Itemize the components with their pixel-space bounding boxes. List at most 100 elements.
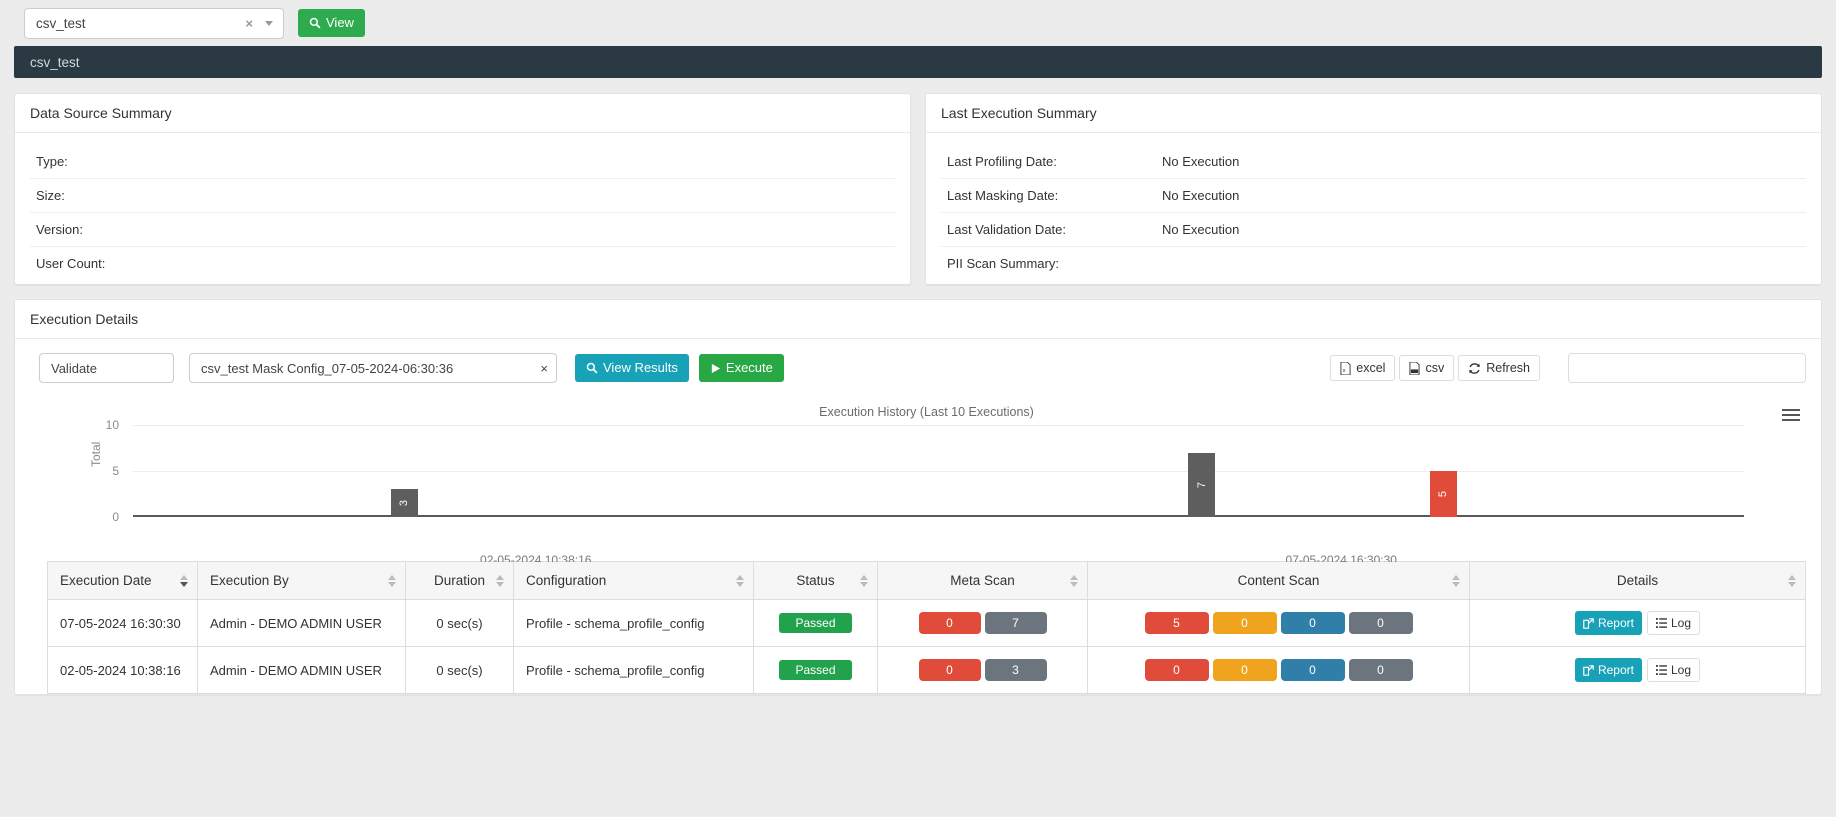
datasource-select[interactable]: csv_test × xyxy=(24,7,284,39)
row-value xyxy=(280,145,895,179)
row-value xyxy=(280,178,895,213)
content-scan-pill-gray[interactable]: 0 xyxy=(1348,612,1413,634)
top-toolbar: csv_test × View xyxy=(0,0,1836,46)
last-execution-summary-heading: Last Execution Summary xyxy=(926,94,1821,133)
sort-icon[interactable] xyxy=(1788,574,1796,587)
row-label: Last Masking Date: xyxy=(941,178,1156,213)
content-scan-pill-blue[interactable]: 0 xyxy=(1280,659,1345,681)
row-label: Size: xyxy=(30,178,280,213)
y-tick-10: 10 xyxy=(105,418,119,432)
sort-icon[interactable] xyxy=(1452,574,1460,587)
gridline xyxy=(133,425,1744,426)
row-label: Type: xyxy=(30,145,280,179)
config-select-value: csv_test Mask Config_07-05-2024-06:30:36 xyxy=(201,360,454,376)
view-button[interactable]: View xyxy=(298,9,365,37)
cell-duration: 0 sec(s) xyxy=(405,646,514,694)
column-header-content-scan[interactable]: Content Scan xyxy=(1087,561,1470,600)
view-results-button[interactable]: View Results xyxy=(575,354,689,382)
content-scan-pill-red[interactable]: 5 xyxy=(1144,612,1209,634)
sort-icon[interactable] xyxy=(736,574,744,587)
column-header-execution-date[interactable]: Execution Date xyxy=(47,561,198,600)
sort-icon[interactable] xyxy=(496,574,504,587)
execute-button[interactable]: Execute xyxy=(698,354,784,382)
cell-configuration: Profile - schema_profile_config xyxy=(513,599,754,647)
content-scan-pill-orange[interactable]: 0 xyxy=(1212,659,1277,681)
action-select[interactable]: Validate xyxy=(39,353,174,383)
y-tick-5: 5 xyxy=(112,464,119,478)
column-header-details[interactable]: Details xyxy=(1469,561,1806,600)
cell-meta-scan: 0 7 xyxy=(877,599,1088,647)
column-header-configuration[interactable]: Configuration xyxy=(513,561,754,600)
chart-bar[interactable]: 7 xyxy=(1188,452,1216,517)
export-excel-button[interactable]: x excel xyxy=(1330,355,1396,381)
export-csv-button[interactable]: csv xyxy=(1399,355,1455,381)
column-header-status[interactable]: Status xyxy=(753,561,878,600)
list-icon xyxy=(1656,618,1667,628)
content-scan-pill-blue[interactable]: 0 xyxy=(1280,612,1345,634)
cell-status: Passed xyxy=(753,646,878,694)
chart-bar-value: 3 xyxy=(398,500,411,507)
chart-bar[interactable]: 3 xyxy=(390,489,418,517)
column-header-duration[interactable]: Duration xyxy=(405,561,514,600)
table-row[interactable]: 02-05-2024 10:38:16 Admin - DEMO ADMIN U… xyxy=(47,646,1806,694)
cell-duration: 0 sec(s) xyxy=(405,599,514,647)
report-button[interactable]: Report xyxy=(1574,658,1642,682)
report-button[interactable]: Report xyxy=(1574,611,1642,635)
data-source-summary-heading: Data Source Summary xyxy=(15,94,910,133)
chart-menu-icon[interactable] xyxy=(1782,409,1800,424)
last-execution-summary-table: Last Profiling Date: No Execution Last M… xyxy=(941,145,1806,280)
cell-execution-by: Admin - DEMO ADMIN USER xyxy=(197,646,406,694)
sort-icon[interactable] xyxy=(388,574,396,587)
cell-details: Report Log xyxy=(1469,646,1806,694)
column-header-meta-scan[interactable]: Meta Scan xyxy=(877,561,1088,600)
row-value xyxy=(280,212,895,247)
refresh-label: Refresh xyxy=(1486,361,1530,375)
last-execution-summary-panel: Last Execution Summary Last Profiling Da… xyxy=(925,93,1822,285)
external-link-icon xyxy=(1583,664,1594,676)
log-button[interactable]: Log xyxy=(1647,611,1701,635)
meta-scan-pills: 0 7 xyxy=(890,612,1075,634)
status-badge: Passed xyxy=(779,660,852,680)
cell-configuration: Profile - schema_profile_config xyxy=(513,646,754,694)
cell-execution-date: 02-05-2024 10:38:16 xyxy=(47,646,198,694)
view-results-button-label: View Results xyxy=(603,360,678,376)
content-scan-pill-gray[interactable]: 0 xyxy=(1348,659,1413,681)
chevron-down-icon[interactable] xyxy=(265,20,273,26)
meta-scan-pill-total[interactable]: 3 xyxy=(984,659,1047,681)
meta-scan-pill-total[interactable]: 7 xyxy=(984,612,1047,634)
cell-execution-by: Admin - DEMO ADMIN USER xyxy=(197,599,406,647)
config-select[interactable]: csv_test Mask Config_07-05-2024-06:30:36… xyxy=(189,353,557,383)
action-select-value: Validate xyxy=(51,360,98,376)
meta-scan-pill-failed[interactable]: 0 xyxy=(918,659,981,681)
log-button-label: Log xyxy=(1671,663,1692,677)
cell-content-scan: 0 0 0 0 xyxy=(1087,646,1470,694)
export-excel-label: excel xyxy=(1356,361,1386,375)
table-search-input[interactable] xyxy=(1568,353,1806,383)
meta-scan-pill-failed[interactable]: 0 xyxy=(918,612,981,634)
content-scan-pill-orange[interactable]: 0 xyxy=(1212,612,1277,634)
export-button-group: x excel csv Refresh xyxy=(1326,355,1540,381)
sort-icon[interactable] xyxy=(1070,574,1078,587)
table-row: Type: xyxy=(30,145,895,179)
clear-icon[interactable]: × xyxy=(237,16,261,31)
content-scan-pill-red[interactable]: 0 xyxy=(1144,659,1209,681)
clear-icon[interactable]: × xyxy=(540,361,548,376)
list-icon xyxy=(1656,665,1667,675)
cell-meta-scan: 0 3 xyxy=(877,646,1088,694)
chart-bar[interactable]: 5 xyxy=(1429,471,1457,517)
excel-file-icon: x xyxy=(1340,361,1351,375)
column-label: Duration xyxy=(433,573,486,588)
table-row[interactable]: 07-05-2024 16:30:30 Admin - DEMO ADMIN U… xyxy=(47,599,1806,647)
search-icon xyxy=(586,362,598,374)
page-title: csv_test xyxy=(30,54,80,70)
sort-icon[interactable] xyxy=(180,574,188,587)
log-button[interactable]: Log xyxy=(1647,658,1701,682)
row-label: Version: xyxy=(30,212,280,247)
cell-status: Passed xyxy=(753,599,878,647)
refresh-button[interactable]: Refresh xyxy=(1458,355,1540,381)
cell-content-scan: 5 0 0 0 xyxy=(1087,599,1470,647)
column-label: Content Scan xyxy=(1237,573,1320,588)
csv-file-icon xyxy=(1409,361,1421,375)
column-header-execution-by[interactable]: Execution By xyxy=(197,561,406,600)
sort-icon[interactable] xyxy=(860,574,868,587)
